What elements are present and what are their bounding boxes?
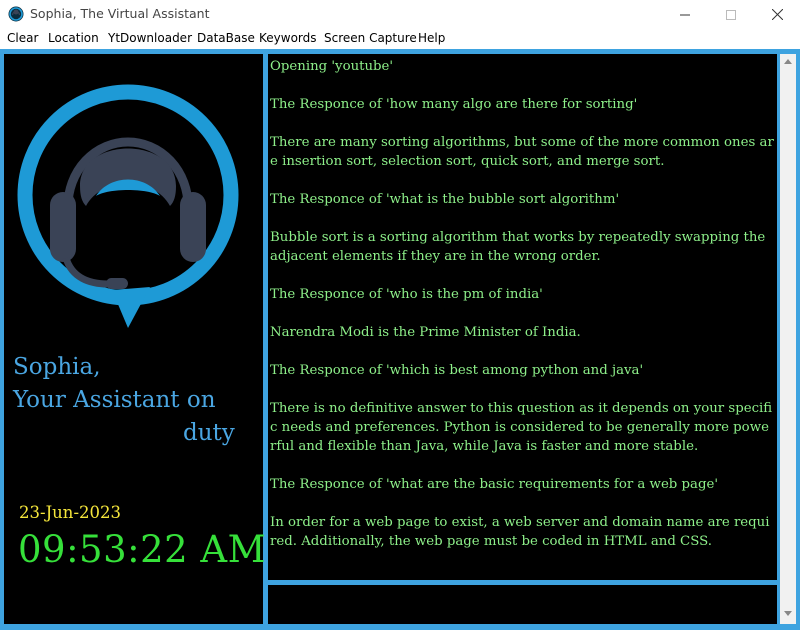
window-title: Sophia, The Virtual Assistant xyxy=(30,6,210,21)
log-line: Narendra Modi is the Prime Minister of I… xyxy=(270,325,581,340)
scroll-up-icon[interactable] xyxy=(784,58,792,64)
maximize-icon xyxy=(726,9,736,20)
menu-ytdownloader[interactable]: YtDownloader xyxy=(108,31,192,45)
log-line: The Responce of 'who is the pm of india' xyxy=(270,287,543,302)
greeting-line-1: Sophia, xyxy=(13,354,101,380)
command-input[interactable] xyxy=(268,585,777,624)
log-line: Bubble sort is a sorting algorithm that … xyxy=(270,230,770,264)
greeting-line-3: duty xyxy=(183,420,235,446)
menu-help[interactable]: Help xyxy=(418,31,445,45)
log-line: There is no definitive answer to this qu… xyxy=(270,401,773,454)
menu-location[interactable]: Location xyxy=(48,31,99,45)
response-log[interactable]: Opening 'youtube' The Responce of 'how ma… xyxy=(268,54,777,580)
menu-keywords[interactable]: Keywords xyxy=(259,31,317,45)
log-line: The Responce of 'what are the basic requ… xyxy=(270,477,719,492)
close-icon xyxy=(771,9,783,20)
title-bar: Sophia, The Virtual Assistant xyxy=(0,0,800,29)
date-label: 23-Jun-2023 xyxy=(19,503,122,522)
log-line: There are many sorting algorithms, but s… xyxy=(270,135,774,169)
log-line: The Responce of 'what is the bubble sort… xyxy=(270,192,620,207)
close-button[interactable] xyxy=(754,0,800,29)
headset-assistant-logo xyxy=(17,84,239,328)
headset-app-icon xyxy=(8,6,24,22)
menu-clear[interactable]: Clear xyxy=(7,31,38,45)
minimize-icon xyxy=(680,14,690,15)
menu-database[interactable]: DataBase xyxy=(197,31,255,45)
menu-screen-capture[interactable]: Screen Capture xyxy=(324,31,417,45)
maximize-button[interactable] xyxy=(708,0,754,29)
log-line: The Responce of 'which is best among pyt… xyxy=(270,363,644,378)
menu-bar: Clear Location YtDownloader DataBase Key… xyxy=(0,29,800,49)
log-line: In order for a web page to exist, a web … xyxy=(270,515,770,549)
scroll-down-icon[interactable] xyxy=(784,611,792,617)
minimize-button[interactable] xyxy=(662,0,708,29)
log-line: The Responce of 'how many algo are there… xyxy=(270,97,638,112)
response-log-text: Opening 'youtube' The Responce of 'how ma… xyxy=(270,57,775,551)
greeting-line-2: Your Assistant on xyxy=(13,387,216,413)
log-scrollbar[interactable] xyxy=(780,54,796,624)
clock-label: 09:53:22 AM xyxy=(18,528,267,571)
log-line: Opening 'youtube' xyxy=(270,59,394,74)
